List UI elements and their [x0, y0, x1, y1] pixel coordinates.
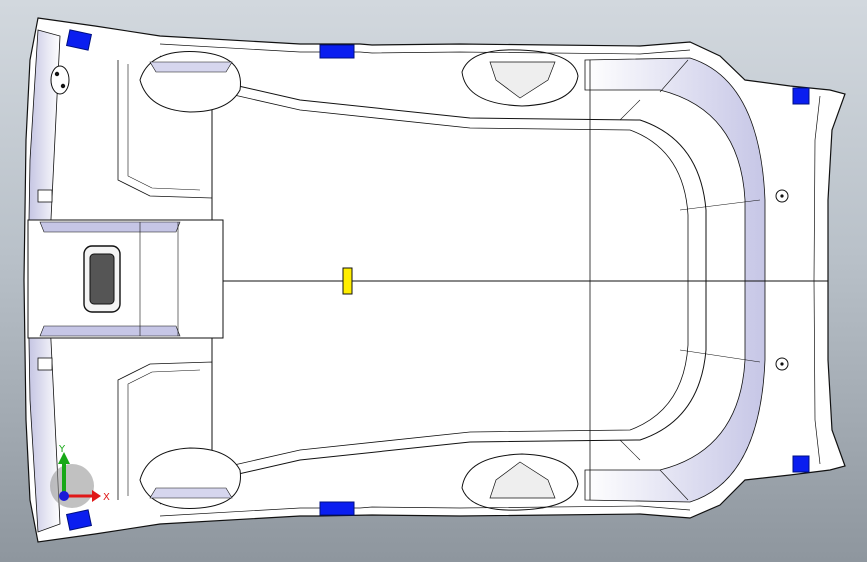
center-panel — [211, 79, 707, 481]
front-right-pocket-shade — [149, 487, 233, 499]
triad-sphere — [50, 464, 94, 508]
console-shading-top — [39, 221, 181, 233]
front-clip-lower — [37, 357, 53, 371]
console-shading-bottom — [39, 325, 181, 337]
front-fastener-pair — [50, 65, 70, 95]
front-clip-upper — [37, 189, 53, 203]
front-fastener-hole — [54, 71, 60, 77]
clip-mid-bottom — [319, 501, 355, 516]
clip-rear-bottom — [792, 455, 810, 473]
triad-y-label: Y — [58, 444, 66, 455]
front-left-pocket-shade — [149, 61, 233, 73]
clip-rear-top — [792, 87, 810, 105]
rear-fastener-bottom-dot — [780, 362, 784, 366]
headliner-model[interactable]: Y X — [0, 0, 867, 562]
cad-graphics-viewport[interactable]: Y X — [0, 0, 867, 562]
front-fastener-hole — [60, 83, 66, 89]
triad-x-label: X — [103, 492, 110, 503]
dome-light-lens — [89, 253, 115, 305]
rear-fastener-top-dot — [780, 194, 784, 198]
clip-mid-top — [319, 44, 355, 59]
triad-z-axis — [59, 491, 69, 501]
console-area — [27, 219, 224, 339]
origin-marker[interactable] — [342, 267, 353, 295]
